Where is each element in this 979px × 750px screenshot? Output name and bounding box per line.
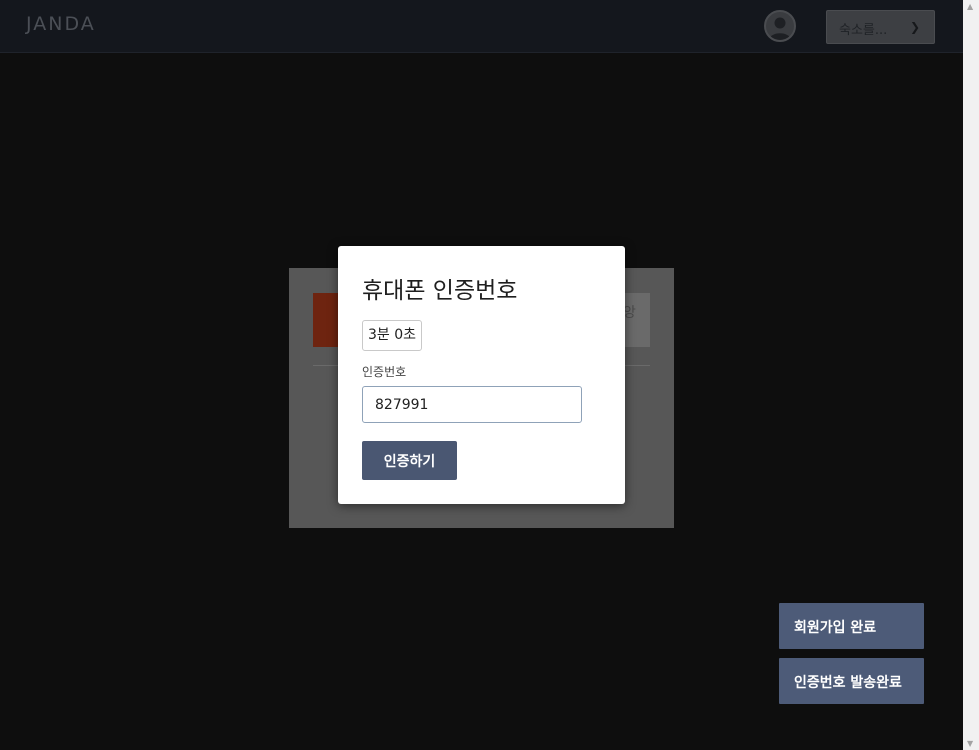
chevron-down-icon: ❯	[909, 20, 920, 34]
vertical-scrollbar[interactable]: ▲ ▼	[963, 0, 979, 750]
verification-code-input[interactable]	[362, 386, 582, 423]
account-select[interactable]: 숙소를... ❯	[826, 10, 935, 44]
logo[interactable]: JANDA	[26, 13, 96, 35]
scroll-up-arrow-icon[interactable]: ▲	[967, 2, 973, 11]
toast-code-sent[interactable]: 인증번호 발송완료	[779, 658, 924, 704]
countdown-timer: 3분 0초	[362, 320, 423, 351]
user-avatar-icon[interactable]	[764, 10, 796, 42]
verification-modal: 휴대폰 인증번호 3분 0초 인증번호 인증하기	[338, 246, 625, 504]
code-field-label: 인증번호	[362, 365, 407, 379]
toast-signup-complete[interactable]: 회원가입 완료	[779, 603, 924, 649]
top-header: JANDA 숙소를... ❯	[0, 0, 963, 53]
verify-button[interactable]: 인증하기	[362, 441, 457, 480]
account-select-label: 숙소를...	[839, 23, 888, 38]
background-red-button	[313, 293, 339, 347]
modal-title: 휴대폰 인증번호	[362, 278, 518, 304]
scroll-down-arrow-icon[interactable]: ▼	[967, 739, 973, 748]
